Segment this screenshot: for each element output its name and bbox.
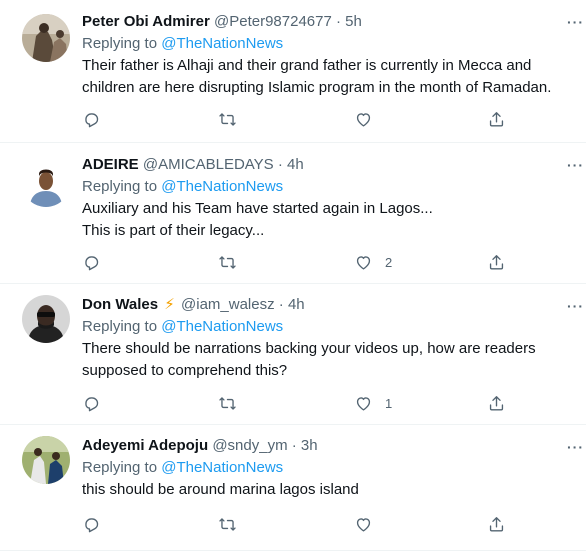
more-icon[interactable]: ··· <box>567 14 584 30</box>
replying-to: Replying to @TheNationNews <box>82 33 574 55</box>
reply-icon <box>85 255 99 270</box>
reply-icon <box>85 112 99 127</box>
more-icon[interactable]: ··· <box>567 439 584 455</box>
reply-button[interactable] <box>82 108 101 130</box>
timestamp[interactable]: 3h <box>301 437 318 454</box>
reply-button[interactable] <box>82 251 101 273</box>
tweet-content: Don Wales ⚡ @iam_walesz · 4h Replying to… <box>82 295 574 382</box>
user-handle[interactable]: @sndy_ym <box>212 437 287 454</box>
display-name[interactable]: Don Wales <box>82 296 158 313</box>
heart-icon <box>356 396 371 411</box>
user-handle[interactable]: @AMICABLEDAYS <box>143 156 274 173</box>
like-count: 2 <box>385 254 393 270</box>
tweet-actions: 1 <box>82 392 522 414</box>
display-name[interactable]: ADEIRE <box>82 156 139 173</box>
tweet[interactable]: ADEIRE @AMICABLEDAYS · 4h Replying to @T… <box>0 143 586 284</box>
tweet-header: Peter Obi Admirer @Peter98724677 · 5h <box>82 12 574 32</box>
replying-to-label: Replying to <box>82 459 158 476</box>
replying-to: Replying to @TheNationNews <box>82 316 574 338</box>
share-icon <box>489 395 504 411</box>
share-button[interactable] <box>487 251 506 273</box>
user-handle[interactable]: @Peter98724677 <box>214 13 332 30</box>
reply-button[interactable] <box>82 513 101 535</box>
tweet-header: Adeyemi Adepoju @sndy_ym · 3h <box>82 436 574 456</box>
mention-link[interactable]: @TheNationNews <box>161 35 283 52</box>
avatar[interactable] <box>22 159 70 207</box>
tweet-text: There should be narrations backing your … <box>82 340 536 379</box>
share-icon <box>489 111 504 127</box>
tweet-text: Their father is Alhaji and their grand f… <box>82 57 552 96</box>
retweet-button[interactable] <box>218 392 237 414</box>
mention-link[interactable]: @TheNationNews <box>161 459 283 476</box>
more-icon[interactable]: ··· <box>567 157 584 173</box>
tweet-content: Adeyemi Adepoju @sndy_ym · 3h Replying t… <box>82 436 574 501</box>
tweet-text: this should be around marina lagos islan… <box>82 481 359 498</box>
tweet-header: Don Wales ⚡ @iam_walesz · 4h <box>82 295 574 315</box>
separator-dot: · <box>291 437 297 454</box>
like-button[interactable] <box>354 108 385 130</box>
more-icon[interactable]: ··· <box>567 298 584 314</box>
tweet-actions <box>82 108 522 130</box>
avatar[interactable] <box>22 436 70 484</box>
share-icon <box>489 254 504 270</box>
replying-to: Replying to @TheNationNews <box>82 176 574 198</box>
timestamp[interactable]: 5h <box>345 13 362 30</box>
tweet-content: Peter Obi Admirer @Peter98724677 · 5h Re… <box>82 12 574 99</box>
like-count: 1 <box>385 395 393 411</box>
retweet-icon <box>219 112 236 126</box>
like-button[interactable]: 2 <box>354 251 392 273</box>
tweet-actions: 2 <box>82 251 522 273</box>
mention-link[interactable]: @TheNationNews <box>161 178 283 195</box>
tweet-text: Auxiliary and his Team have started agai… <box>82 200 433 217</box>
tweet-text: This is part of their legacy... <box>82 222 265 239</box>
separator-dot: · <box>278 296 284 313</box>
tweet[interactable]: Peter Obi Admirer @Peter98724677 · 5h Re… <box>0 0 586 143</box>
avatar[interactable] <box>22 295 70 343</box>
retweet-icon <box>219 255 236 269</box>
lightning-emoji: ⚡ <box>164 296 175 313</box>
retweet-icon <box>219 396 236 410</box>
reply-button[interactable] <box>82 392 101 414</box>
replying-to-label: Replying to <box>82 35 158 52</box>
timestamp[interactable]: 4h <box>287 156 304 173</box>
tweet-header: ADEIRE @AMICABLEDAYS · 4h <box>82 155 574 175</box>
timestamp[interactable]: 4h <box>288 296 305 313</box>
user-handle[interactable]: @iam_walesz <box>181 296 275 313</box>
replying-to-label: Replying to <box>82 178 158 195</box>
share-icon <box>489 516 504 532</box>
retweet-button[interactable] <box>218 251 237 273</box>
heart-icon <box>356 112 371 127</box>
retweet-button[interactable] <box>218 513 237 535</box>
tweet-actions <box>82 513 522 535</box>
retweet-button[interactable] <box>218 108 237 130</box>
reply-feed: Peter Obi Admirer @Peter98724677 · 5h Re… <box>0 0 586 551</box>
share-button[interactable] <box>487 513 506 535</box>
display-name[interactable]: Peter Obi Admirer <box>82 13 210 30</box>
avatar[interactable] <box>22 14 70 62</box>
display-name[interactable]: Adeyemi Adepoju <box>82 437 208 454</box>
like-button[interactable] <box>354 513 385 535</box>
replying-to: Replying to @TheNationNews <box>82 457 574 479</box>
reply-icon <box>85 517 99 532</box>
separator-dot: · <box>277 156 283 173</box>
like-button[interactable]: 1 <box>354 392 392 414</box>
reply-icon <box>85 396 99 411</box>
mention-link[interactable]: @TheNationNews <box>161 318 283 335</box>
tweet-content: ADEIRE @AMICABLEDAYS · 4h Replying to @T… <box>82 155 574 242</box>
heart-icon <box>356 255 371 270</box>
retweet-icon <box>219 517 236 531</box>
replying-to-label: Replying to <box>82 318 158 335</box>
separator-dot: · <box>336 13 341 30</box>
share-button[interactable] <box>487 108 506 130</box>
tweet[interactable]: Don Wales ⚡ @iam_walesz · 4h Replying to… <box>0 284 586 425</box>
heart-icon <box>356 517 371 532</box>
tweet[interactable]: Adeyemi Adepoju @sndy_ym · 3h Replying t… <box>0 425 586 551</box>
share-button[interactable] <box>487 392 506 414</box>
